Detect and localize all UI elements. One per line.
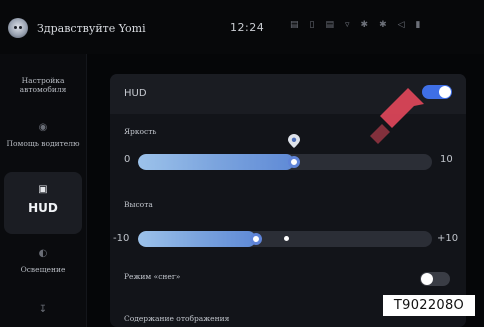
display-content-label[interactable]: Содержание отображения bbox=[124, 314, 229, 323]
steering-wheel-icon: ◉ bbox=[38, 122, 48, 133]
seat-icon: ↧ bbox=[38, 304, 48, 315]
top-bar: Здравствуйте Yomi 12:24 ▤ ▯ ▤ ▿ ✱ ✱ ◁ ▮ bbox=[0, 0, 484, 54]
height-label: Высота bbox=[124, 200, 153, 209]
toggle-knob bbox=[421, 273, 433, 285]
brightness-label: Яркость bbox=[124, 127, 157, 136]
light-icon: ◐ bbox=[38, 248, 48, 259]
brightness-slider-fill bbox=[138, 154, 294, 170]
sidebar-item-label: Настройка автомобиля bbox=[19, 76, 67, 95]
sidebar-item-label: Освещение bbox=[20, 264, 66, 274]
snow-mode-toggle[interactable] bbox=[420, 272, 450, 286]
watermark-code: T902208O bbox=[383, 295, 475, 316]
brightness-min: 0 bbox=[124, 154, 131, 165]
speaker-icon: ◁ bbox=[397, 20, 405, 30]
hud-label: HUD bbox=[124, 88, 147, 99]
sidebar-item-label: HUD bbox=[28, 200, 58, 215]
sidebar-item-lighting[interactable]: ◐ Освещение bbox=[4, 248, 82, 274]
brightness-slider[interactable] bbox=[138, 154, 432, 170]
sidebar-item-seat[interactable]: ↧ bbox=[4, 304, 82, 321]
signal-icon: ▿ bbox=[344, 20, 350, 30]
pointer-arrow-icon bbox=[370, 88, 424, 144]
height-center-marker bbox=[284, 236, 289, 241]
brightness-max: 10 bbox=[440, 154, 453, 165]
height-slider-thumb[interactable] bbox=[249, 233, 262, 245]
toggle-knob bbox=[439, 86, 451, 98]
sidebar-item-hud[interactable]: ▣ HUD bbox=[4, 172, 82, 234]
avatar[interactable] bbox=[8, 18, 28, 38]
status-icons: ▤ ▯ ▤ ▿ ✱ ✱ ◁ ▮ bbox=[290, 20, 420, 30]
bars-icon: ▮ bbox=[415, 20, 421, 30]
height-min: -10 bbox=[113, 233, 130, 244]
snow-mode-label: Режим «снег» bbox=[124, 272, 181, 281]
sidebar-divider bbox=[86, 54, 87, 327]
clock: 12:24 bbox=[230, 21, 265, 34]
seat-icon: ✱ bbox=[379, 20, 387, 30]
sidebar-item-label: Помощь водителю bbox=[6, 138, 80, 148]
sidebar-item-vehicle-settings[interactable]: Настройка автомобиля bbox=[4, 76, 82, 95]
sidebar-item-driver-assist[interactable]: ◉ Помощь водителю bbox=[4, 122, 82, 148]
height-slider-fill bbox=[138, 231, 256, 247]
bluetooth-icon: ▤ bbox=[325, 20, 334, 30]
brightness-value-pin-icon bbox=[287, 134, 300, 148]
greeting-text: Здравствуйте Yomi bbox=[37, 22, 146, 35]
phone-icon: ▯ bbox=[309, 20, 315, 30]
height-max: +10 bbox=[437, 233, 459, 244]
hud-icon: ▣ bbox=[38, 184, 48, 195]
fan-icon: ✱ bbox=[360, 20, 369, 30]
wifi-icon: ▤ bbox=[290, 20, 299, 30]
brightness-slider-thumb[interactable] bbox=[287, 156, 300, 168]
sidebar: Настройка автомобиля ◉ Помощь водителю ▣… bbox=[0, 54, 86, 327]
